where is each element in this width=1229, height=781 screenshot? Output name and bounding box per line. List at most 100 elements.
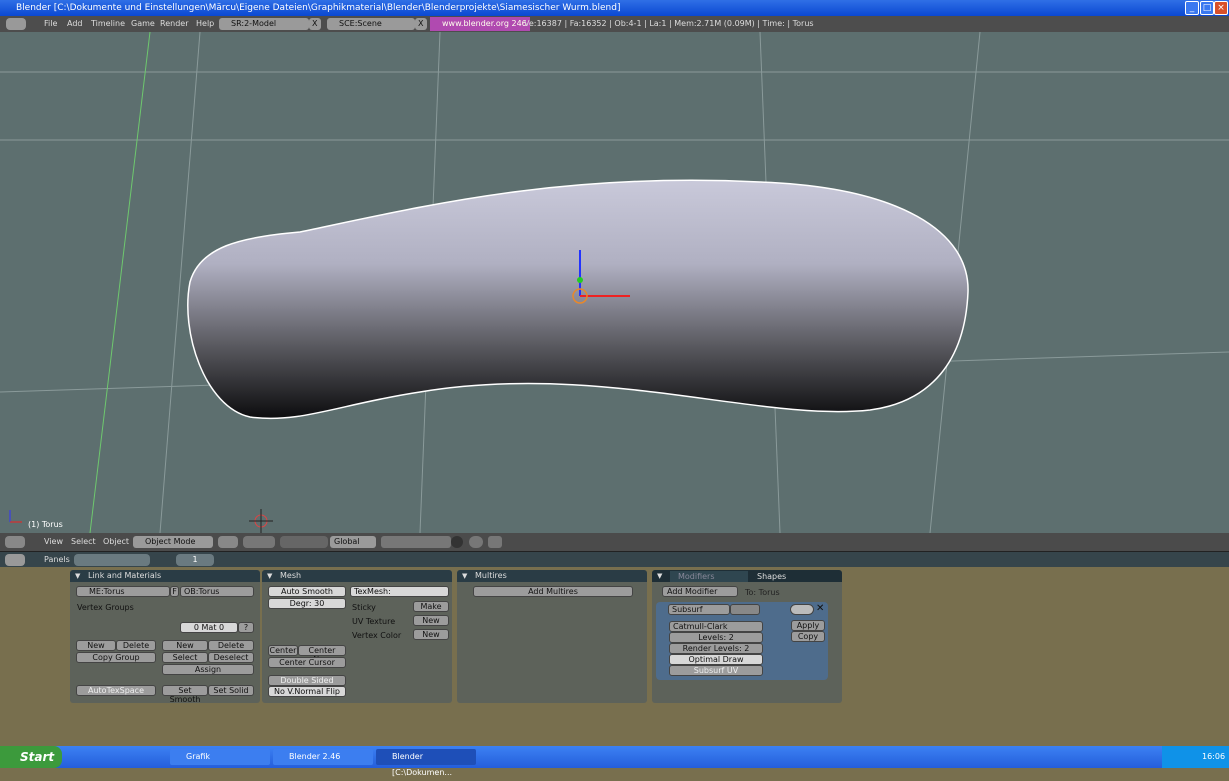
apply-button[interactable]: Apply [791,620,825,631]
optimal-draw-toggle[interactable]: Optimal Draw [669,654,763,665]
menu-select[interactable]: Select [71,533,96,551]
y-axis-handle [577,277,583,283]
levels-field[interactable]: Levels: 2 [669,632,763,643]
viewport-canvas [0,32,1229,533]
center-new-button[interactable]: Center New [298,645,346,664]
render-icon[interactable] [469,536,483,548]
draw-type-icon[interactable] [218,536,238,548]
quick-launch-icons[interactable] [68,750,158,764]
object-datablock[interactable]: OB:Torus [180,586,254,597]
object-label: (1) Torus [28,520,63,529]
close-button[interactable]: × [1214,1,1228,15]
material-new[interactable]: New [162,640,208,651]
orientation-select[interactable]: Global [330,536,376,548]
lock-icon[interactable] [451,536,463,548]
panel-title[interactable]: Mesh [262,570,452,582]
info-icon[interactable] [6,18,26,30]
subsurf-uv-toggle[interactable]: Subsurf UV [669,665,763,676]
menu-file[interactable]: File [44,16,57,32]
texmesh-field[interactable]: TexMesh: [350,586,449,597]
torus-mesh [187,179,969,420]
material-delete[interactable]: Delete [208,640,254,651]
subsurf-modifier: Subsurf ✕ Catmull-Clark Levels: 2 Render… [656,602,828,680]
material-help[interactable]: ? [238,622,254,633]
clock: 16:06 [1162,746,1229,768]
vertex-color-new-button[interactable]: New [413,629,449,640]
no-vnormal-flip-toggle[interactable]: No V.Normal Flip [268,686,346,697]
menu-view[interactable]: View [44,533,63,551]
render-levels-field[interactable]: Render Levels: 2 [669,643,763,654]
3d-viewport[interactable]: (1) Torus [0,32,1229,533]
center-button[interactable]: Center [268,645,298,656]
task-blender-246[interactable]: Blender 2.46 [273,749,373,765]
center-cursor-button[interactable]: Center Cursor [268,657,346,668]
menu-object[interactable]: Object [103,533,129,551]
mode-select[interactable]: Object Mode [133,536,213,548]
pivot-icon[interactable] [243,536,275,548]
uv-texture-new-button[interactable]: New [413,615,449,626]
minimize-button[interactable]: _ [1185,1,1199,15]
panels-label: Panels [44,555,70,564]
remove-modifier-icon[interactable]: ✕ [816,603,824,614]
menu-game[interactable]: Game [131,16,155,32]
modifier-visibility-icons[interactable] [730,604,760,615]
vgroup-delete[interactable]: Delete [116,640,156,651]
set-solid-button[interactable]: Set Solid [208,685,254,696]
set-smooth-button[interactable]: Set Smooth [162,685,208,704]
copy-group-button[interactable]: Copy Group [76,652,156,663]
sticky-label: Sticky [352,603,376,612]
scene-select[interactable]: SCE:Scene [327,18,415,30]
fake-user-button[interactable]: F [170,586,179,597]
material-index[interactable]: 0 Mat 0 [180,622,238,633]
menu-help[interactable]: Help [196,16,214,32]
y-axis-line [89,32,151,533]
scene-delete[interactable]: X [415,18,427,30]
vgroup-new[interactable]: New [76,640,116,651]
copy-button[interactable]: Copy [791,631,825,642]
task-blender-active[interactable]: Blender [C:\Dokumen... [376,749,476,777]
panel-tabs: Modifiers Shapes [652,570,842,582]
frame-field[interactable]: 1 [176,554,214,566]
sticky-make-button[interactable]: Make [413,601,449,612]
tab-modifiers[interactable]: Modifiers [670,571,748,582]
blender-link[interactable]: www.blender.org 246 [430,17,530,31]
screen-delete[interactable]: X [309,18,321,30]
uv-texture-label: UV Texture [352,617,396,626]
taskbar: Start Grafik Blender 2.46 Blender [C:\Do… [0,746,1229,777]
maximize-button[interactable]: □ [1200,1,1214,15]
auto-smooth-toggle[interactable]: Auto Smooth [268,586,346,597]
vertex-groups-label: Vertex Groups [77,603,134,612]
screen-select[interactable]: SR:2-Model [219,18,309,30]
task-grafik[interactable]: Grafik [170,749,270,765]
image-icon[interactable] [488,536,502,548]
3d-cursor [249,509,273,533]
autotexspace-toggle[interactable]: AutoTexSpace [76,685,156,696]
material-select[interactable]: Select [162,652,208,663]
add-multires-button[interactable]: Add Multires [473,586,633,597]
panel-title[interactable]: Multires [457,570,647,582]
material-deselect[interactable]: Deselect [208,652,254,663]
menu-render[interactable]: Render [160,16,188,32]
move-up-down-icons[interactable] [790,604,814,615]
tab-shapes[interactable]: Shapes [752,571,830,582]
panel-title[interactable]: Link and Materials [70,570,260,582]
context-tabs[interactable] [74,554,150,566]
mesh-datablock[interactable]: ME:Torus [76,586,170,597]
subdivision-type-select[interactable]: Catmull-Clark [669,621,763,632]
manipulator-icons[interactable] [280,536,328,548]
editor-type-icon[interactable] [5,536,25,548]
double-sided-toggle[interactable]: Double Sided [268,675,346,686]
menu-add[interactable]: Add [67,16,83,32]
menu-timeline[interactable]: Timeline [91,16,125,32]
add-modifier-select[interactable]: Add Modifier [662,586,738,597]
start-button[interactable]: Start [0,746,62,768]
material-assign[interactable]: Assign [162,664,254,675]
panel-link-materials: Link and Materials ME:Torus F OB:Torus V… [70,570,260,704]
layer-buttons[interactable] [381,536,451,548]
editor-type-icon[interactable] [5,554,25,566]
degree-field[interactable]: Degr: 30 [268,598,346,609]
modifier-target: To: Torus [745,588,780,597]
title-bar: Blender [C:\Dokumente und Einstellungen\… [0,0,1229,16]
modifier-name[interactable]: Subsurf [668,604,730,615]
3d-view-header: View Select Object Object Mode Global [0,533,1229,551]
